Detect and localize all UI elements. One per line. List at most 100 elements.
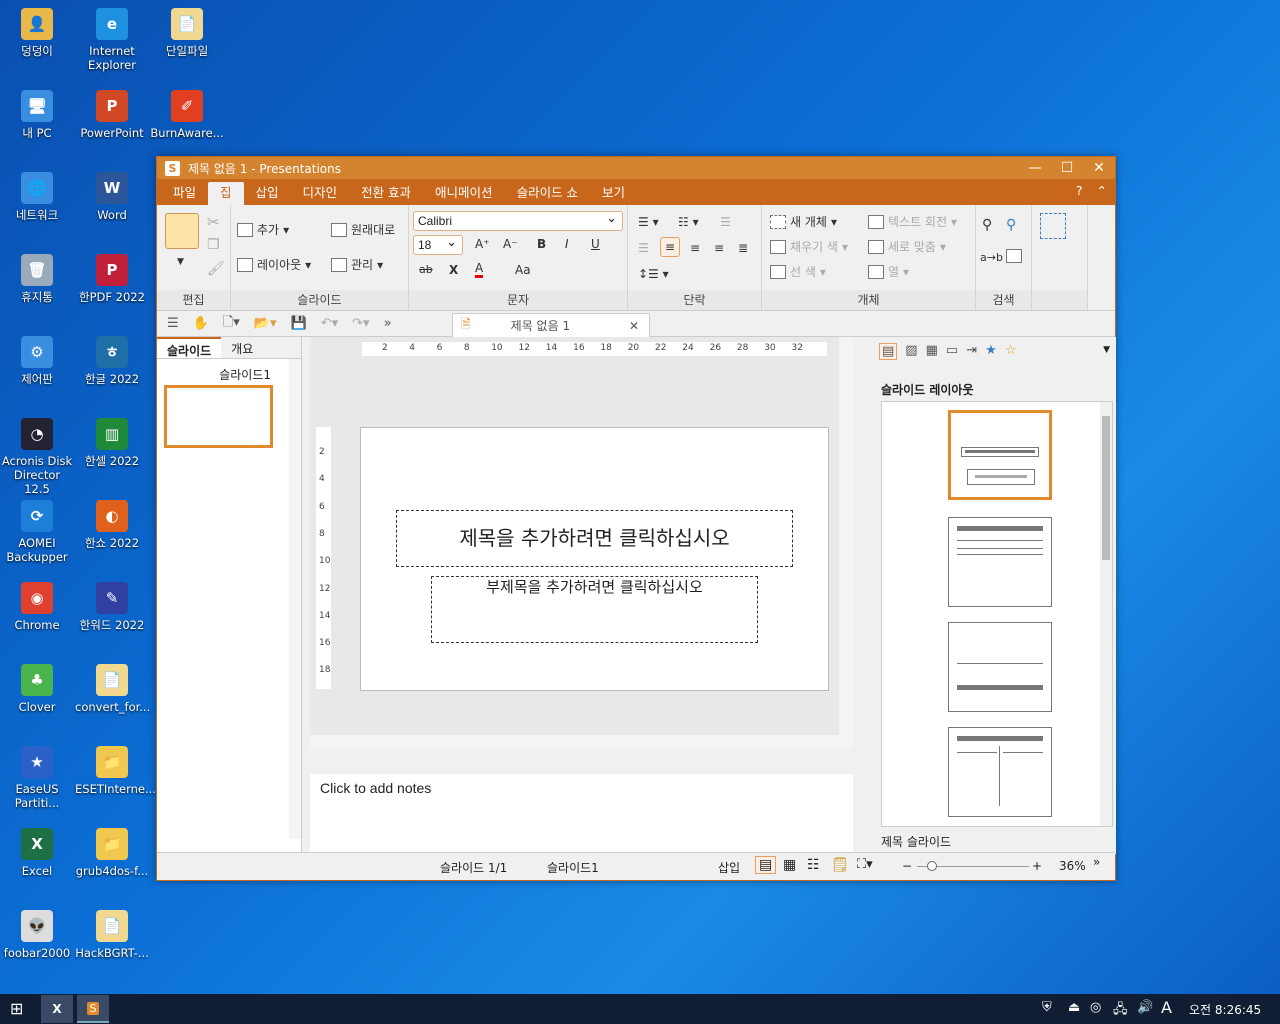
title-placeholder[interactable]: 제목을 추가하려면 클릭하십시오 xyxy=(396,510,793,567)
desktop-icon[interactable]: 🌐 네트워크 xyxy=(0,168,74,222)
camera-icon[interactable]: ◎ xyxy=(1090,1000,1101,1015)
layout-button[interactable]: 레이아웃 ▾ xyxy=(237,256,311,273)
desktop-icon[interactable]: ◉ Chrome xyxy=(0,578,74,632)
desktop-icon[interactable]: X Excel xyxy=(0,824,74,878)
fill-color-button[interactable]: 채우기 색 ▾ xyxy=(770,238,848,255)
desktop-icon[interactable]: ㅎ 한글 2022 xyxy=(75,332,149,386)
desktop-icon[interactable]: P 한PDF 2022 xyxy=(75,250,149,304)
bold-button[interactable]: B xyxy=(537,237,546,251)
close-button[interactable]: ✕ xyxy=(1083,160,1115,176)
effects-icon[interactable]: ★ xyxy=(985,343,997,360)
change-case-button[interactable]: Aa xyxy=(515,263,531,277)
format-painter-icon[interactable]: 🖌 xyxy=(207,261,225,277)
desktop-icon[interactable]: P PowerPoint xyxy=(75,86,149,140)
menu-icon[interactable]: ☰ xyxy=(167,316,179,331)
layout-view-icon[interactable]: ▤ xyxy=(879,343,898,360)
tab-view[interactable]: 보기 xyxy=(590,182,637,205)
increase-indent-icon[interactable]: ☰ xyxy=(720,215,731,229)
copy-icon[interactable]: ❐ xyxy=(207,237,220,253)
desktop-icon[interactable]: 🖥 내 PC xyxy=(0,86,74,140)
master-icon[interactable]: ▭ xyxy=(946,343,958,360)
strikethrough-button[interactable]: ab xyxy=(419,263,433,276)
security-icon[interactable]: ⛨ xyxy=(1042,1000,1052,1015)
search-next-icon[interactable]: ⚲ xyxy=(1006,217,1016,233)
desktop-icon[interactable]: ◔ Acronis Disk Director 12.5 xyxy=(0,414,74,496)
tab-home[interactable]: 집 xyxy=(208,182,244,205)
notes-pane[interactable]: Click to add notes xyxy=(310,774,853,854)
normal-view-icon[interactable]: ▤ xyxy=(755,856,777,874)
desktop-icon[interactable]: ⟳ AOMEI Backupper xyxy=(0,496,74,564)
notes-view-icon[interactable]: 🗒 xyxy=(831,857,849,873)
desktop-icon[interactable]: 👤 덩덩이 xyxy=(0,4,74,58)
tab-file[interactable]: 파일 xyxy=(161,182,208,205)
network-icon[interactable]: 🖧 xyxy=(1113,1000,1128,1022)
desktop-icon[interactable]: 📄 HackBGRT-... xyxy=(75,906,149,960)
reset-slide-button[interactable]: 원래대로 xyxy=(331,221,395,238)
open-folder-icon[interactable]: 📂▾ xyxy=(254,316,277,331)
tab-insert[interactable]: 삽입 xyxy=(244,182,291,205)
hand-tool-icon[interactable]: ✋ xyxy=(193,316,209,331)
font-size-select[interactable]: 18 xyxy=(413,234,463,255)
paste-icon[interactable] xyxy=(165,213,199,249)
justify-icon[interactable]: ≣ xyxy=(738,241,748,255)
italic-button[interactable]: I xyxy=(565,237,569,251)
underline-button[interactable]: U xyxy=(591,237,600,251)
select-objects-icon[interactable] xyxy=(1040,213,1066,239)
redo-icon[interactable]: ↷▾ xyxy=(352,316,369,331)
layout-title-content[interactable] xyxy=(948,517,1052,607)
slideshow-icon[interactable]: ⛶▾ xyxy=(857,857,873,872)
tab-outline[interactable]: 개요 xyxy=(221,337,263,358)
desktop-icon[interactable]: 👽 foobar2000 xyxy=(0,906,74,960)
zoom-level[interactable]: 36% xyxy=(1059,859,1086,873)
desktop-icon[interactable]: ✐ BurnAware... xyxy=(150,86,224,140)
tab-slides[interactable]: 슬라이드 xyxy=(157,337,222,358)
vertical-align-button[interactable]: 세로 맞춤 ▾ xyxy=(868,238,946,255)
numbering-icon[interactable]: ☷ ▾ xyxy=(678,215,699,229)
slide-thumbnail[interactable] xyxy=(164,385,273,448)
favorites-icon[interactable]: ☆ xyxy=(1005,343,1017,360)
tab-transitions[interactable]: 전환 효과 xyxy=(349,182,423,205)
ime-indicator[interactable]: A xyxy=(1161,998,1172,1017)
start-button[interactable]: ⊞ xyxy=(10,999,23,1018)
manage-button[interactable]: 관리 ▾ xyxy=(331,256,383,273)
panel-dropdown-icon[interactable]: ▼ xyxy=(1103,345,1110,355)
desktop-icon[interactable]: 📁 grub4dos-f... xyxy=(75,824,149,878)
paste-dropdown-icon[interactable]: ▼ xyxy=(177,257,184,267)
replace-button[interactable]: a→b xyxy=(980,251,1003,264)
tab-animations[interactable]: 애니메이션 xyxy=(423,182,505,205)
desktop-icon[interactable]: 📁 ESETInterne... xyxy=(75,742,156,796)
outline-view-icon[interactable]: ☷ xyxy=(807,857,820,873)
align-left-icon[interactable]: ≡ xyxy=(660,237,681,257)
desktop-icon[interactable]: W Word xyxy=(75,168,149,222)
goto-icon[interactable] xyxy=(1006,249,1022,263)
minimize-button[interactable]: — xyxy=(1019,160,1051,176)
left-panel-scrollbar[interactable] xyxy=(289,359,301,839)
help-button[interactable]: ? xyxy=(1076,183,1083,198)
volume-icon[interactable]: 🔊 xyxy=(1137,1000,1153,1015)
new-object-button[interactable]: 새 개체 ▾ xyxy=(770,213,837,230)
zoom-slider[interactable] xyxy=(917,861,1029,871)
save-icon[interactable]: 💾 xyxy=(291,316,307,331)
canvas-horizontal-scrollbar[interactable] xyxy=(310,735,839,749)
tab-slideshow[interactable]: 슬라이드 쇼 xyxy=(505,182,590,205)
desktop-icon[interactable]: 🗑 휴지통 xyxy=(0,250,74,304)
grow-font-button[interactable]: A⁺ xyxy=(475,237,490,251)
cut-icon[interactable]: ✂ xyxy=(207,213,220,231)
layout-section-header[interactable] xyxy=(948,622,1052,712)
transition-icon[interactable]: ⇥ xyxy=(966,343,977,360)
desktop-icon[interactable]: ⚙ 제어판 xyxy=(0,332,74,386)
text-rotate-button[interactable]: 텍스트 회전 ▾ xyxy=(868,213,957,230)
more-icon[interactable]: » xyxy=(384,316,392,331)
zoom-out-button[interactable]: − xyxy=(902,859,912,873)
tab-design[interactable]: 디자인 xyxy=(291,182,350,205)
taskbar-excel-app[interactable]: X xyxy=(41,995,73,1023)
theme-icon[interactable]: ▦ xyxy=(926,343,938,360)
subtitle-placeholder[interactable]: 부제목을 추가하려면 클릭하십시오 xyxy=(431,576,758,643)
clear-format-button[interactable]: X xyxy=(449,263,458,277)
taskbar-presentations-app[interactable]: S xyxy=(77,995,109,1023)
document-tab[interactable]: 🗎 제목 없음 1 ✕ xyxy=(452,313,650,337)
clock[interactable]: 오전 8:26:45 xyxy=(1189,1001,1261,1018)
align-right-icon[interactable]: ≡ xyxy=(714,241,724,255)
line-color-button[interactable]: 선 색 ▾ xyxy=(770,263,826,280)
desktop-icon[interactable]: 📄 단일파일 xyxy=(150,4,224,58)
